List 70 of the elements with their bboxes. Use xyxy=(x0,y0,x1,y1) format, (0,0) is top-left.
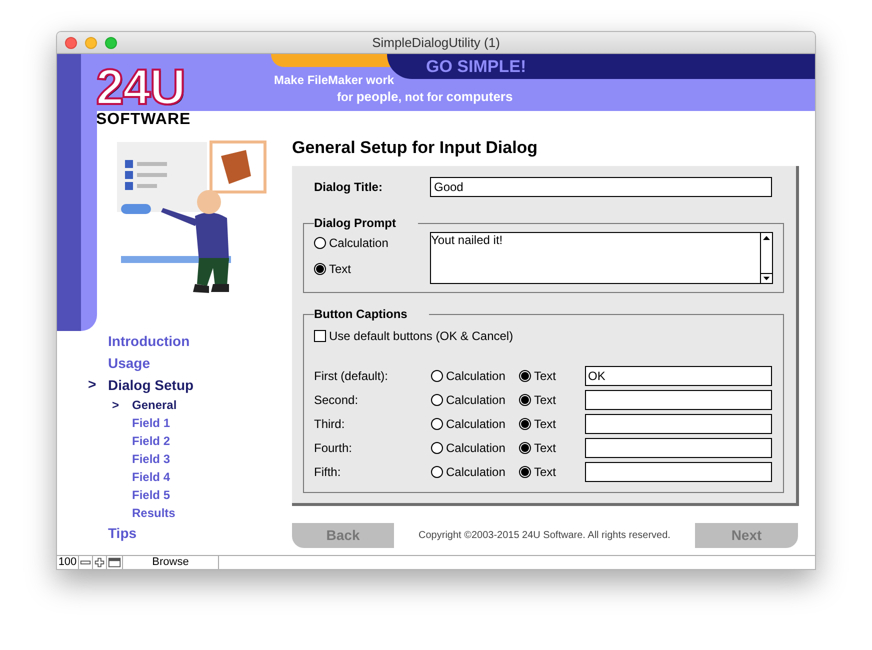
logo-wordmark: SOFTWARE xyxy=(96,111,191,129)
radio-label[interactable]: Calculation xyxy=(446,391,506,409)
caption-field[interactable] xyxy=(585,438,772,458)
tagline: Make FileMaker work xyxy=(274,73,394,87)
radio-button[interactable] xyxy=(519,466,531,478)
radio-label[interactable]: Calculation xyxy=(446,415,506,433)
row-label: Fifth: xyxy=(314,464,342,481)
nav-link[interactable]: Results xyxy=(132,504,176,522)
window-icon[interactable] xyxy=(107,556,123,569)
window-title: SimpleDialogUtility (1) xyxy=(372,34,500,52)
row-label: First (default): xyxy=(314,368,390,385)
nav-link[interactable]: Field 3 xyxy=(132,450,170,468)
current-marker: > xyxy=(88,376,96,392)
slogan: GO SIMPLE! xyxy=(426,58,526,76)
checkbox[interactable] xyxy=(314,330,326,342)
nav-link[interactable]: Field 5 xyxy=(132,486,170,504)
title-field[interactable]: Good xyxy=(430,177,772,197)
nav-link[interactable]: General xyxy=(132,396,177,414)
field-label: Dialog Title: xyxy=(313,179,384,196)
radio-label[interactable]: Text xyxy=(534,463,556,481)
logo-mark: 24U xyxy=(96,63,185,111)
radio-button[interactable] xyxy=(314,237,326,249)
radio-label[interactable]: Text xyxy=(534,367,556,385)
radio-label[interactable]: Text xyxy=(534,439,556,457)
radio-label[interactable]: Calculation xyxy=(446,439,506,457)
nav-link[interactable]: Tips xyxy=(108,522,137,544)
radio-label[interactable]: Calculation xyxy=(329,234,388,252)
prompt-field[interactable]: Yout nailed it! xyxy=(430,232,773,284)
zoom-level: 100 xyxy=(57,556,79,569)
mode-selector[interactable]: Browse xyxy=(123,556,219,569)
caption-field[interactable]: OK xyxy=(585,366,772,386)
group-label: Button Captions xyxy=(314,307,408,321)
scroll-down-icon[interactable] xyxy=(761,273,772,283)
radio-label[interactable]: Text xyxy=(534,391,556,409)
nav-link[interactable]: Field 2 xyxy=(132,432,170,450)
group-label: Dialog Prompt xyxy=(314,216,398,230)
zoom-in-icon[interactable] xyxy=(93,556,107,569)
radio-label[interactable]: Text xyxy=(329,260,352,278)
row-label: Fourth: xyxy=(314,440,354,457)
radio-button[interactable] xyxy=(519,370,531,382)
caption-field[interactable] xyxy=(585,414,772,434)
nav-link[interactable]: Dialog Setup xyxy=(108,374,194,396)
scrollbar[interactable] xyxy=(760,233,772,283)
radio-button[interactable] xyxy=(431,370,443,382)
nav-link[interactable]: Introduction xyxy=(108,330,190,352)
row-label: Third: xyxy=(314,416,346,433)
radio-button[interactable] xyxy=(519,418,531,430)
close-button[interactable] xyxy=(65,37,77,49)
copyright-text: Copyright ©2003-2015 24U Software. All rights reserved. xyxy=(418,529,670,543)
nav-link[interactable]: Field 1 xyxy=(132,414,170,432)
radio-button[interactable] xyxy=(431,442,443,454)
radio-button[interactable] xyxy=(314,263,326,275)
nav-link[interactable]: Field 4 xyxy=(132,468,170,486)
checkbox-label[interactable]: Use default buttons (OK & Cancel) xyxy=(329,327,514,345)
zoom-out-icon[interactable] xyxy=(79,556,93,569)
radio-button[interactable] xyxy=(431,418,443,430)
radio-button[interactable] xyxy=(519,442,531,454)
radio-button[interactable] xyxy=(431,466,443,478)
caption-field[interactable] xyxy=(585,462,772,482)
radio-label[interactable]: Calculation xyxy=(446,367,506,385)
row-label: Second: xyxy=(314,392,360,409)
nav-link[interactable]: Usage xyxy=(108,352,150,374)
caption-field[interactable] xyxy=(585,390,772,410)
radio-label[interactable]: Calculation xyxy=(446,463,506,481)
tagline: for people, not for computers xyxy=(337,90,513,104)
radio-button[interactable] xyxy=(519,394,531,406)
radio-button[interactable] xyxy=(431,394,443,406)
radio-label[interactable]: Text xyxy=(534,415,556,433)
current-marker: > xyxy=(112,398,120,412)
page-title: General Setup for Input Dialog xyxy=(292,137,539,159)
